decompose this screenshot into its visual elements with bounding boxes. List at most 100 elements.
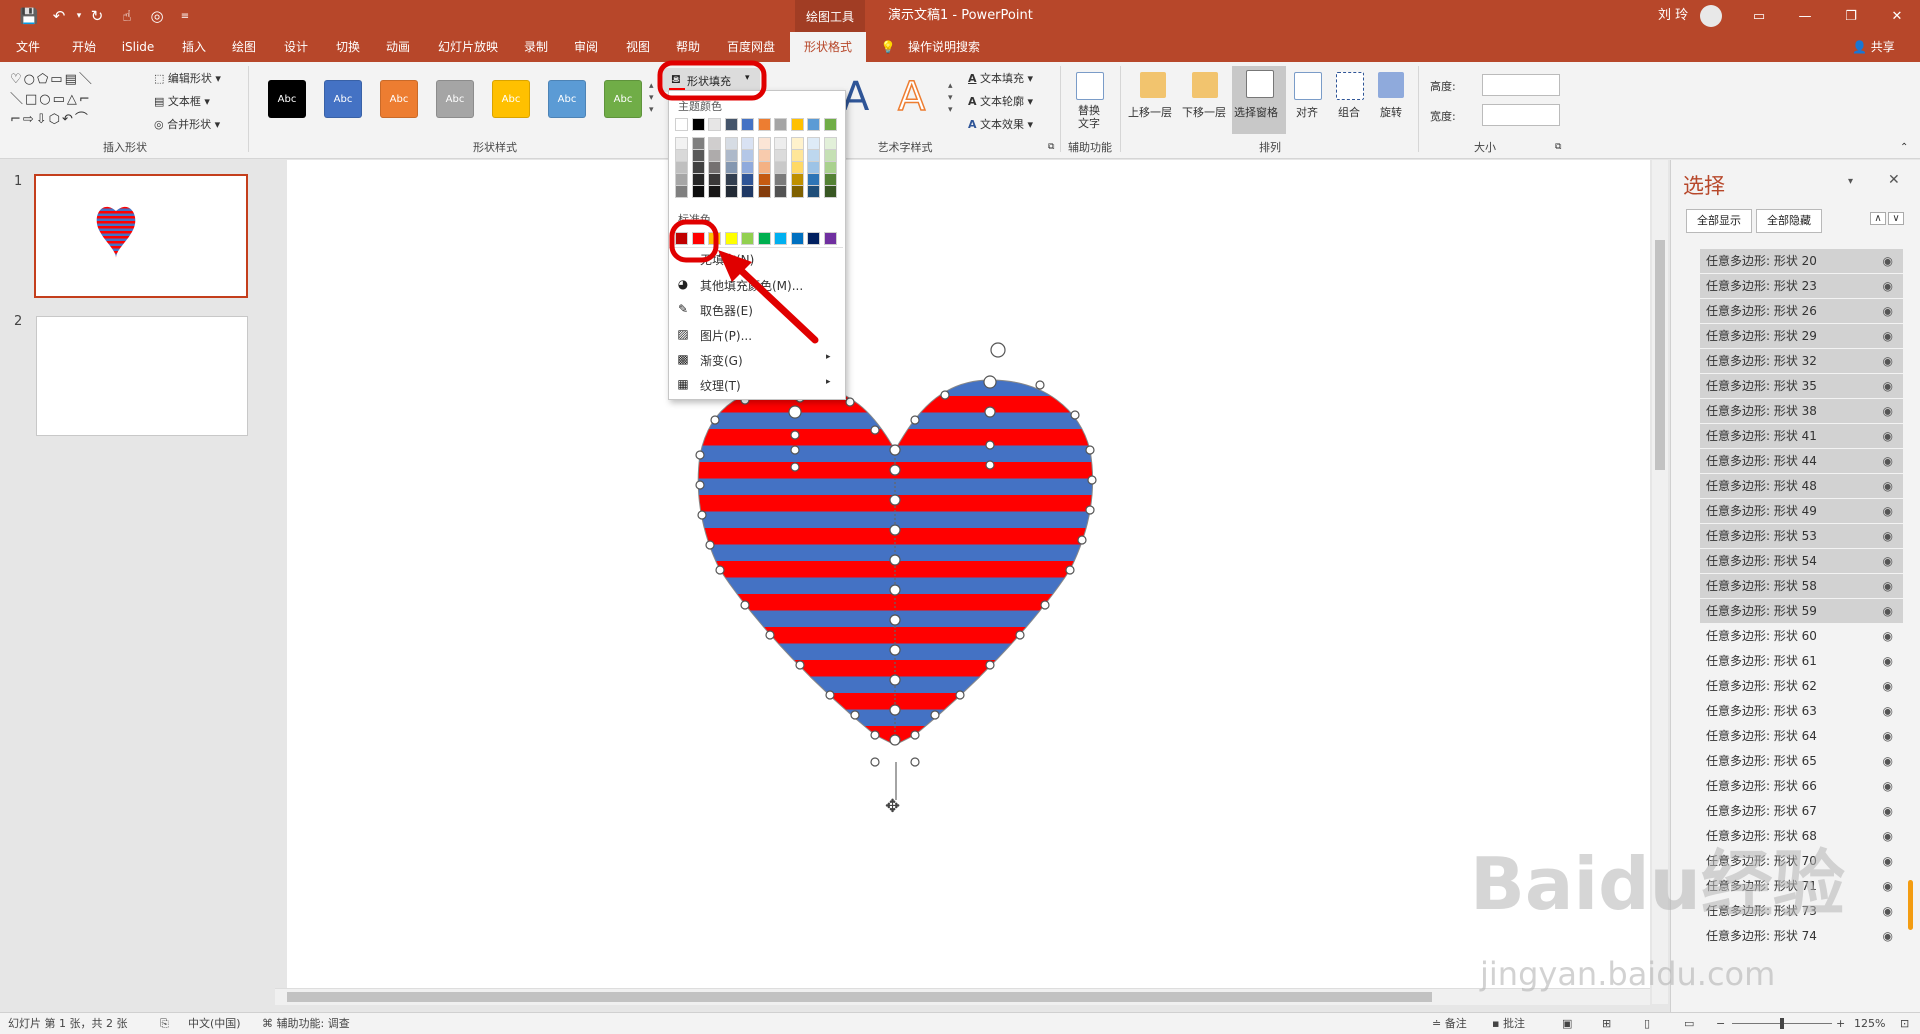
visibility-eye-icon[interactable]: ◉ <box>1883 799 1893 823</box>
visibility-eye-icon[interactable]: ◉ <box>1883 924 1893 948</box>
hide-all-button[interactable]: 全部隐藏 <box>1756 209 1822 233</box>
selection-list-item[interactable]: 任意多边形: 形状 65 ◉ <box>1700 749 1903 773</box>
theme-color-swatch[interactable] <box>724 118 738 131</box>
notes-button[interactable]: ≐ 备注 <box>1432 1013 1467 1034</box>
show-all-button[interactable]: 全部显示 <box>1686 209 1752 233</box>
visibility-eye-icon[interactable]: ◉ <box>1883 374 1893 398</box>
horizontal-scroll-thumb[interactable] <box>287 992 1432 1002</box>
visibility-eye-icon[interactable]: ◉ <box>1883 549 1893 573</box>
selection-list-item[interactable]: 任意多边形: 形状 49 ◉ <box>1700 499 1903 523</box>
selection-list-item[interactable]: 任意多边形: 形状 66 ◉ <box>1700 774 1903 798</box>
accessibility-status[interactable]: ⌘ 辅助功能: 调查 <box>262 1013 350 1034</box>
theme-shade-swatch[interactable] <box>757 185 771 198</box>
pane-options-icon[interactable]: ▾ <box>1848 176 1853 187</box>
theme-shade-swatch[interactable] <box>807 185 820 198</box>
comments-button[interactable]: ▪ 批注 <box>1492 1013 1525 1034</box>
visibility-eye-icon[interactable]: ◉ <box>1883 899 1893 923</box>
fit-slide-icon[interactable]: ⊡ <box>1900 1013 1909 1034</box>
selection-list-item[interactable]: 任意多边形: 形状 63 ◉ <box>1700 699 1903 723</box>
selection-list-item[interactable]: 任意多边形: 形状 29 ◉ <box>1700 324 1903 348</box>
theme-color-swatch[interactable] <box>708 118 721 131</box>
fill-menu-item[interactable]: 渐变(G) <box>700 352 743 369</box>
visibility-eye-icon[interactable]: ◉ <box>1883 699 1893 723</box>
standard-color-swatch[interactable] <box>807 232 820 245</box>
pane-close-icon[interactable]: ✕ <box>1888 172 1900 188</box>
pane-scroll-thumb[interactable] <box>1908 880 1913 930</box>
theme-color-swatch[interactable] <box>741 118 754 131</box>
slide-sorter-icon[interactable]: ⊞ <box>1602 1013 1611 1034</box>
visibility-eye-icon[interactable]: ◉ <box>1883 749 1893 773</box>
visibility-eye-icon[interactable]: ◉ <box>1883 324 1893 348</box>
visibility-eye-icon[interactable]: ◉ <box>1883 474 1893 498</box>
visibility-eye-icon[interactable]: ◉ <box>1883 349 1893 373</box>
selection-list-item[interactable]: 任意多边形: 形状 67 ◉ <box>1700 799 1903 823</box>
theme-color-swatch[interactable] <box>807 118 820 131</box>
theme-shade-swatch[interactable] <box>724 185 738 198</box>
visibility-eye-icon[interactable]: ◉ <box>1883 274 1893 298</box>
fill-menu-item[interactable]: 图片(P)... <box>700 327 752 344</box>
visibility-eye-icon[interactable]: ◉ <box>1883 524 1893 548</box>
selection-list-item[interactable]: 任意多边形: 形状 60 ◉ <box>1700 624 1903 648</box>
standard-color-swatch[interactable] <box>757 232 771 245</box>
standard-color-swatch[interactable] <box>675 232 688 245</box>
visibility-eye-icon[interactable]: ◉ <box>1883 449 1893 473</box>
selection-list-item[interactable]: 任意多边形: 形状 64 ◉ <box>1700 724 1903 748</box>
zoom-in-icon[interactable]: + <box>1836 1013 1845 1034</box>
standard-color-swatch[interactable] <box>691 232 705 245</box>
selection-list-item[interactable]: 任意多边形: 形状 41 ◉ <box>1700 424 1903 448</box>
shape-fill-button[interactable]: ⛾ 形状填充 ▾ <box>663 68 760 92</box>
selection-list-item[interactable]: 任意多边形: 形状 58 ◉ <box>1700 574 1903 598</box>
standard-color-swatch[interactable] <box>823 232 837 245</box>
theme-shade-swatch[interactable] <box>774 185 787 198</box>
standard-color-swatch[interactable] <box>790 232 804 245</box>
selection-list-item[interactable]: 任意多边形: 形状 26 ◉ <box>1700 299 1903 323</box>
selection-list-item[interactable]: 任意多边形: 形状 59 ◉ <box>1700 599 1903 623</box>
theme-color-swatch[interactable] <box>691 118 705 131</box>
visibility-eye-icon[interactable]: ◉ <box>1883 724 1893 748</box>
spellcheck-icon[interactable]: ⎘ <box>160 1013 169 1034</box>
theme-shade-swatch[interactable] <box>823 185 837 198</box>
vertical-scroll-thumb[interactable] <box>1655 240 1665 470</box>
selection-list-item[interactable]: 任意多边形: 形状 20 ◉ <box>1700 249 1903 273</box>
visibility-eye-icon[interactable]: ◉ <box>1883 249 1893 273</box>
zoom-level[interactable]: 125% <box>1854 1013 1885 1034</box>
standard-color-swatch[interactable] <box>741 232 754 245</box>
standard-color-swatch[interactable] <box>708 232 721 245</box>
visibility-eye-icon[interactable]: ◉ <box>1883 599 1893 623</box>
standard-color-swatch[interactable] <box>724 232 738 245</box>
visibility-eye-icon[interactable]: ◉ <box>1883 849 1893 873</box>
selection-list-item[interactable]: 任意多边形: 形状 62 ◉ <box>1700 674 1903 698</box>
theme-color-swatch[interactable] <box>790 118 804 131</box>
theme-shade-swatch[interactable] <box>675 185 688 198</box>
selection-list-item[interactable]: 任意多边形: 形状 53 ◉ <box>1700 524 1903 548</box>
visibility-eye-icon[interactable]: ◉ <box>1883 674 1893 698</box>
theme-color-swatch[interactable] <box>774 118 787 131</box>
visibility-eye-icon[interactable]: ◉ <box>1883 824 1893 848</box>
standard-color-swatch[interactable] <box>774 232 787 245</box>
theme-color-swatch[interactable] <box>757 118 771 131</box>
theme-color-swatch[interactable] <box>823 118 837 131</box>
move-up-icon[interactable]: ∧ <box>1870 212 1886 225</box>
visibility-eye-icon[interactable]: ◉ <box>1883 299 1893 323</box>
visibility-eye-icon[interactable]: ◉ <box>1883 424 1893 448</box>
selection-list-item[interactable]: 任意多边形: 形状 54 ◉ <box>1700 549 1903 573</box>
visibility-eye-icon[interactable]: ◉ <box>1883 649 1893 673</box>
selection-list-item[interactable]: 任意多边形: 形状 35 ◉ <box>1700 374 1903 398</box>
zoom-out-icon[interactable]: − <box>1716 1013 1725 1034</box>
visibility-eye-icon[interactable]: ◉ <box>1883 399 1893 423</box>
horizontal-scrollbar[interactable] <box>275 988 1650 1005</box>
zoom-slider-thumb[interactable] <box>1780 1018 1784 1029</box>
selection-list-item[interactable]: 任意多边形: 形状 48 ◉ <box>1700 474 1903 498</box>
language-indicator[interactable]: 中文(中国) <box>188 1013 241 1034</box>
visibility-eye-icon[interactable]: ◉ <box>1883 574 1893 598</box>
selection-list-item[interactable]: 任意多边形: 形状 23 ◉ <box>1700 274 1903 298</box>
visibility-eye-icon[interactable]: ◉ <box>1883 499 1893 523</box>
slideshow-icon[interactable]: ▭ <box>1684 1013 1694 1034</box>
no-fill-item[interactable]: 无填充(N) <box>700 251 754 268</box>
move-down-icon[interactable]: ∨ <box>1888 212 1904 225</box>
theme-shade-swatch[interactable] <box>691 185 705 198</box>
theme-shade-swatch[interactable] <box>790 185 804 198</box>
fill-menu-item[interactable]: 纹理(T) <box>700 377 741 394</box>
theme-shade-swatch[interactable] <box>741 185 754 198</box>
selection-list-item[interactable]: 任意多边形: 形状 44 ◉ <box>1700 449 1903 473</box>
